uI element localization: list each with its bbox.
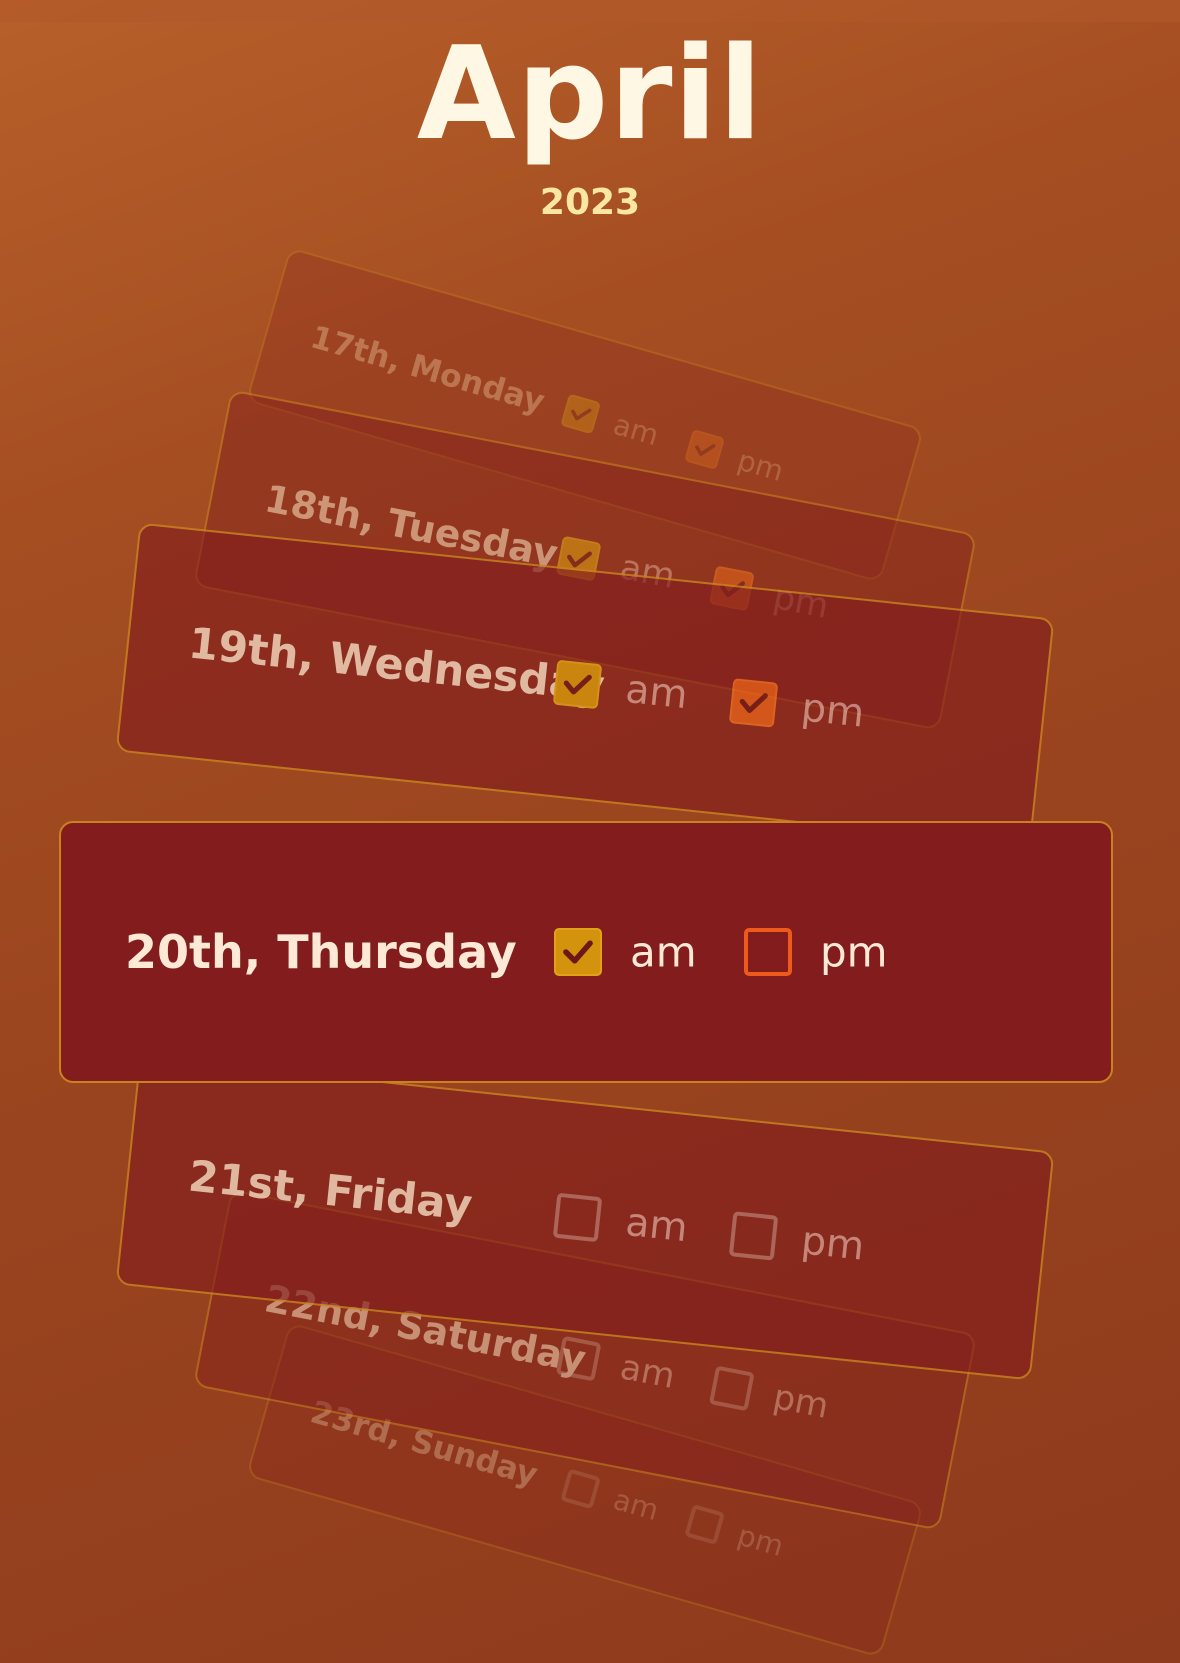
day-label: 20th, Thursday (125, 925, 517, 979)
pm-checkbox[interactable] (728, 678, 778, 728)
pm-label: pm (733, 1517, 788, 1564)
day-card-20th-thursday[interactable]: 20th, Thursday am pm (59, 821, 1113, 1083)
pm-label: pm (799, 685, 867, 737)
top-bar (0, 0, 1180, 22)
pm-checkbox[interactable] (744, 928, 792, 976)
day-label: 17th, Monday (306, 319, 549, 421)
am-checkbox[interactable] (560, 1468, 601, 1509)
am-label: am (623, 666, 690, 719)
month-title: April (416, 20, 764, 169)
pm-label: pm (733, 442, 788, 489)
year-subtitle: 2023 (539, 182, 641, 223)
pm-checkbox[interactable] (708, 1365, 755, 1412)
pm-checkbox[interactable] (684, 429, 725, 470)
check-icon (564, 674, 593, 695)
pm-label: pm (799, 1218, 867, 1270)
pm-label: pm (820, 927, 888, 977)
day-label: 21st, Friday (186, 1151, 475, 1231)
am-label: am (609, 407, 663, 453)
am-checkbox[interactable] (555, 1335, 602, 1382)
am-label: am (630, 927, 697, 977)
am-label: am (609, 1482, 663, 1528)
check-icon (695, 444, 716, 456)
am-checkbox[interactable] (553, 659, 603, 709)
check-icon (571, 408, 592, 421)
am-checkbox[interactable] (553, 1192, 603, 1242)
am-checkbox[interactable] (554, 928, 602, 976)
day-label: 19th, Wednesday (186, 618, 607, 712)
pm-checkbox[interactable] (684, 1504, 725, 1545)
am-label: am (616, 1347, 679, 1398)
pm-label: pm (769, 1377, 832, 1427)
check-icon (563, 940, 593, 964)
am-checkbox[interactable] (560, 393, 601, 434)
am-label: am (623, 1199, 690, 1252)
check-icon (739, 693, 768, 714)
pm-checkbox[interactable] (728, 1211, 778, 1261)
